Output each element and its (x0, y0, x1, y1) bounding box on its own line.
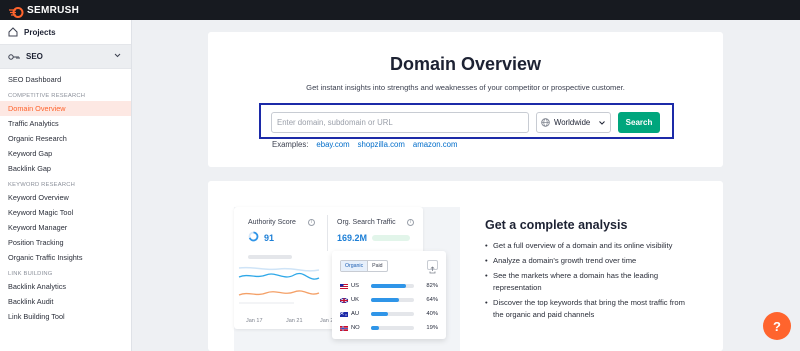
home-icon (8, 27, 18, 37)
analysis-title: Get a complete analysis (485, 218, 628, 232)
skeleton-line (248, 255, 292, 259)
domain-search-input[interactable]: Enter domain, subdomain or URL (271, 112, 529, 133)
sidebar-section-competitive: COMPETITIVE RESEARCH (8, 93, 86, 99)
divider (327, 215, 328, 251)
sidebar-item-domain-overview[interactable]: Domain Overview (0, 101, 131, 116)
sidebar: Projects SEO SEO Dashboard COMPETITIVE R… (0, 20, 132, 351)
sidebar-section-keyword: KEYWORD RESEARCH (8, 182, 75, 188)
sidebar-item-keyword-manager[interactable]: Keyword Manager (0, 220, 131, 235)
sidebar-projects-label: Projects (24, 27, 56, 37)
tab-organic[interactable]: Organic (341, 261, 369, 271)
share-bar-fill (371, 298, 399, 302)
example-link[interactable]: ebay.com (316, 140, 349, 149)
traffic-type-tabs: Organic Paid (340, 260, 388, 272)
sidebar-section-link-building: LINK BUILDING (8, 271, 53, 277)
page-title: Domain Overview (389, 54, 542, 74)
tab-paid[interactable]: Paid (368, 261, 386, 271)
share-percent: 40% (426, 311, 438, 317)
info-icon: i (308, 219, 315, 226)
sidebar-projects[interactable]: Projects (0, 20, 131, 45)
uk-flag-icon (340, 297, 348, 303)
country-row: AU 40% (340, 309, 438, 319)
sidebar-item-keyword-gap[interactable]: Keyword Gap (0, 146, 131, 161)
share-bar (371, 326, 414, 330)
sidebar-item-backlink-audit[interactable]: Backlink Audit (0, 294, 131, 309)
sidebar-item-seo-dashboard[interactable]: SEO Dashboard (0, 72, 131, 87)
info-icon: i (407, 219, 414, 226)
key-icon (8, 53, 20, 60)
country-code: UK (351, 297, 360, 303)
list-item: Analyze a domain's growth trend over tim… (481, 255, 691, 267)
sidebar-item-backlink-analytics[interactable]: Backlink Analytics (0, 279, 131, 294)
x-tick-label: Jan 21 (286, 318, 303, 324)
share-percent: 64% (426, 297, 438, 303)
search-button[interactable]: Search (618, 112, 660, 133)
x-tick-label: Jan 17 (246, 318, 263, 324)
complete-analysis-card: Authority Score i 91 Org. Search Traffic… (208, 181, 723, 351)
share-percent: 19% (426, 325, 438, 331)
share-bar (371, 298, 414, 302)
sidebar-seo-label: SEO (26, 52, 43, 61)
country-row: US 82% (340, 281, 438, 291)
us-flag-icon (340, 283, 348, 289)
sidebar-item-organic-traffic-insights[interactable]: Organic Traffic Insights (0, 250, 131, 265)
authority-score-value: 91 (264, 233, 275, 243)
domain-overview-card: Domain Overview Get instant insights int… (208, 32, 723, 167)
sidebar-item-link-building-tool[interactable]: Link Building Tool (0, 309, 131, 324)
globe-icon (541, 118, 550, 127)
page-subtitle: Get instant insights into strengths and … (306, 83, 625, 92)
semrush-logo-icon[interactable] (9, 5, 24, 18)
chevron-down-icon (599, 121, 605, 125)
country-code: AU (351, 311, 360, 317)
analysis-bullet-list: Get a full overview of a domain and its … (481, 240, 691, 324)
list-item: Discover the top keywords that bring the… (481, 297, 691, 321)
sidebar-item-position-tracking[interactable]: Position Tracking (0, 235, 131, 250)
preview-illustration: Authority Score i 91 Org. Search Traffic… (234, 207, 460, 351)
share-bar (371, 284, 414, 288)
country-code: US (351, 283, 360, 289)
sidebar-item-keyword-overview[interactable]: Keyword Overview (0, 190, 131, 205)
examples-label: Examples: (272, 140, 309, 149)
sidebar-item-organic-research[interactable]: Organic Research (0, 131, 131, 146)
example-link[interactable]: shopzilla.com (358, 140, 405, 149)
no-flag-icon (340, 325, 348, 331)
traffic-pill (372, 235, 410, 241)
traffic-label: Org. Search Traffic (337, 219, 396, 226)
top-bar: SEMRUSH (0, 0, 800, 20)
share-percent: 82% (426, 283, 438, 289)
share-bar-fill (371, 312, 389, 316)
share-bar-fill (371, 326, 380, 330)
authority-ring-icon (248, 231, 259, 242)
region-select[interactable]: Worldwide (536, 112, 611, 133)
authority-score-label: Authority Score (248, 219, 296, 226)
share-bar (371, 312, 414, 316)
sidebar-item-keyword-magic-tool[interactable]: Keyword Magic Tool (0, 205, 131, 220)
export-icon[interactable] (427, 260, 438, 274)
help-button[interactable]: ? (763, 312, 791, 340)
chevron-down-icon (114, 53, 121, 58)
au-flag-icon (340, 311, 348, 317)
region-select-value: Worldwide (554, 118, 591, 127)
sidebar-item-traffic-analytics[interactable]: Traffic Analytics (0, 116, 131, 131)
preview-widget-countries: Organic Paid US 82% UK 64% AU 40% NO 19% (332, 251, 446, 339)
country-code: NO (351, 325, 360, 331)
sidebar-item-backlink-gap[interactable]: Backlink Gap (0, 161, 131, 176)
list-item: See the markets where a domain has the l… (481, 270, 691, 294)
traffic-value: 169.2M (337, 233, 368, 243)
country-row: NO 19% (340, 323, 438, 333)
example-link[interactable]: amazon.com (413, 140, 458, 149)
share-bar-fill (371, 284, 407, 288)
brand-name[interactable]: SEMRUSH (27, 5, 79, 16)
country-row: UK 64% (340, 295, 438, 305)
examples-row: Examples: ebay.com shopzilla.com amazon.… (272, 140, 458, 149)
list-item: Get a full overview of a domain and its … (481, 240, 691, 252)
sidebar-seo[interactable]: SEO (0, 45, 131, 69)
